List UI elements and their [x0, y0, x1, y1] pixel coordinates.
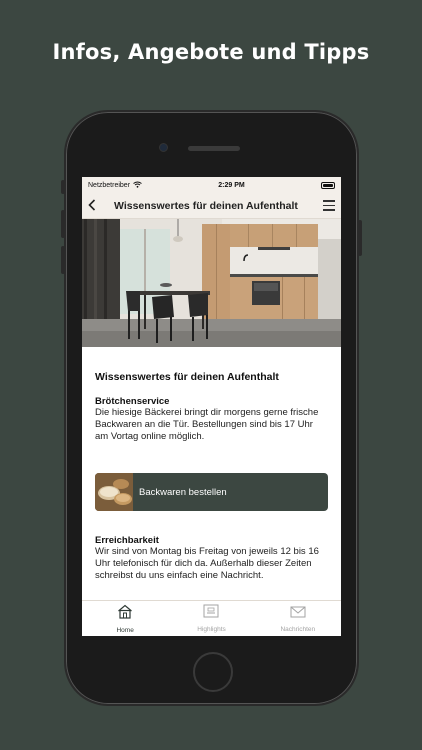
wifi-icon	[133, 181, 142, 190]
order-bakery-button[interactable]: Backwaren bestellen	[95, 473, 328, 511]
apartment-photo	[82, 219, 341, 347]
battery-icon	[321, 181, 335, 189]
speaker-grille	[188, 146, 240, 151]
nav-bar: Wissenswertes für deinen Aufenthalt	[82, 193, 341, 219]
status-bar: Netzbetreiber 2:29 PM	[82, 177, 341, 193]
home-button[interactable]	[193, 652, 233, 692]
app-screen: Netzbetreiber 2:29 PM Wissenswertes für …	[82, 177, 341, 636]
mail-icon	[290, 605, 306, 623]
highlights-icon	[203, 604, 219, 623]
volume-up-button	[61, 210, 65, 238]
mute-switch	[61, 180, 65, 194]
tab-highlights-label: Highlights	[197, 626, 226, 633]
tab-home[interactable]: Home	[82, 601, 168, 636]
order-bakery-label: Backwaren bestellen	[139, 486, 227, 498]
page-headline: Infos, Angebote und Tipps	[52, 40, 370, 64]
power-button	[358, 220, 362, 256]
section-title: Wissenswertes für deinen Aufenthalt	[95, 371, 279, 383]
carrier-label: Netzbetreiber	[88, 181, 131, 189]
availability-text: Wir sind von Montag bis Freitag von jewe…	[95, 546, 319, 581]
tab-home-label: Home	[116, 626, 134, 634]
tab-messages-label: Nachrichten	[280, 625, 316, 633]
availability-title: Erreichbarkeit	[95, 535, 159, 546]
home-icon	[117, 604, 133, 624]
bread-service-text: Die hiesige Bäckerei bringt dir morgens …	[95, 407, 319, 442]
front-camera	[159, 143, 168, 152]
volume-down-button	[61, 246, 65, 274]
menu-icon[interactable]	[319, 200, 335, 211]
tab-messages[interactable]: Nachrichten	[255, 601, 341, 636]
tab-highlights[interactable]: Highlights	[168, 601, 254, 636]
content-area: Wissenswertes für deinen Aufenthalt Bröt…	[82, 371, 341, 582]
bread-service-title: Brötchenservice	[95, 396, 170, 407]
status-time: 2:29 PM	[218, 181, 245, 189]
nav-title: Wissenswertes für deinen Aufenthalt	[114, 199, 298, 212]
bread-thumbnail	[95, 473, 133, 511]
tab-bar: Home Highlights Nachrichten	[82, 600, 341, 636]
back-chevron-icon[interactable]	[88, 198, 106, 214]
